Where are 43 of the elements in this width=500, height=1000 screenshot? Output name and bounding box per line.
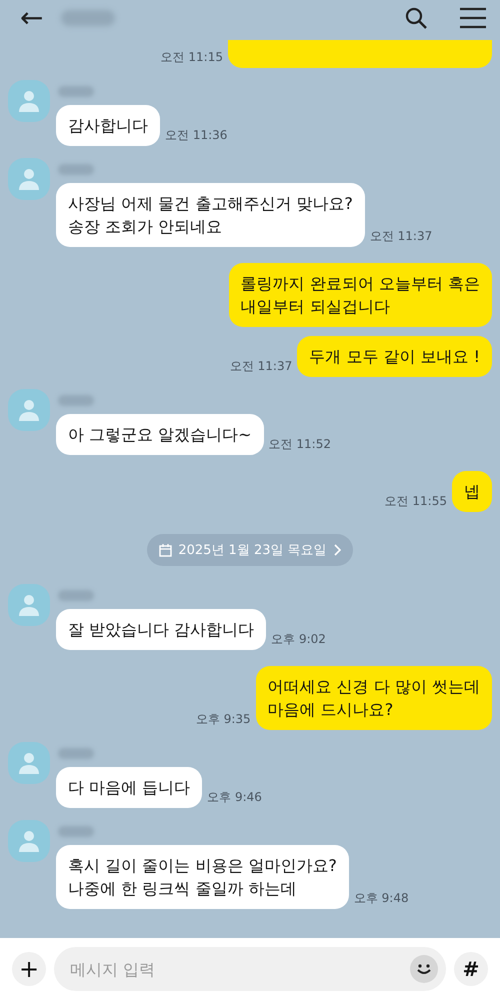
message-bubble: 어떠세요 신경 다 많이 썻는데 마음에 드시나요? xyxy=(256,666,492,730)
date-text: 2025년 1월 23일 목요일 xyxy=(178,542,327,559)
message-input-field[interactable]: 메시지 입력 xyxy=(54,947,446,991)
blurred-sender-name xyxy=(58,826,94,837)
avatar-icon[interactable] xyxy=(8,584,50,626)
blurred-sender-name xyxy=(58,164,94,175)
message-bubble: 넵 xyxy=(452,471,492,512)
message-time: 오후 9:35 xyxy=(196,711,251,728)
message-bubble: 아 그렇군요 알겠습니다~ xyxy=(56,414,264,455)
avatar-icon[interactable] xyxy=(8,80,50,122)
message-time: 오후 9:02 xyxy=(271,631,326,648)
message-bubble: 사장님 어제 물건 출고해주신거 맞나요? 송장 조회가 안되네요 xyxy=(56,183,365,247)
message-time: 오전 11:15 xyxy=(160,49,223,66)
hashtag-button[interactable]: # xyxy=(454,952,488,986)
chevron-right-icon xyxy=(332,544,341,556)
blurred-sender-name xyxy=(58,86,94,97)
avatar-icon[interactable] xyxy=(8,742,50,784)
message-bubble: 잘 받았습니다 감사합니다 xyxy=(56,609,266,650)
message-bubble: 다 마음에 듭니다 xyxy=(56,767,202,808)
avatar-icon[interactable] xyxy=(8,820,50,862)
message-time: 오전 11:55 xyxy=(384,493,447,510)
message-bubble: 혹시 길이 줄이는 비용은 얼마인가요? 나중에 한 링크씩 줄일까 하는데 xyxy=(56,845,349,909)
message-time: 오후 9:48 xyxy=(354,890,409,907)
message-time: 오후 9:46 xyxy=(207,789,262,806)
blurred-sender-name xyxy=(58,395,94,406)
message-bubble: 감사합니다 xyxy=(56,105,160,146)
message-time: 오전 11:37 xyxy=(230,358,292,375)
menu-icon[interactable] xyxy=(460,7,486,29)
message-time: 오전 11:37 xyxy=(370,228,432,245)
avatar-icon[interactable] xyxy=(8,158,50,200)
message-time: 오전 11:36 xyxy=(165,127,228,144)
avatar-icon[interactable] xyxy=(8,389,50,431)
search-icon[interactable] xyxy=(404,6,428,30)
message-time: 오전 11:52 xyxy=(268,436,331,453)
back-button[interactable]: ← xyxy=(20,4,44,32)
blurred-sender-name xyxy=(58,748,94,759)
message-bubble: 두개 모두 같이 보내요 ! xyxy=(297,336,492,377)
blurred-title xyxy=(61,10,116,26)
calendar-icon xyxy=(159,544,172,556)
message-bubble: 롤링까지 완료되어 오늘부터 혹은 내일부터 되실겁니다 xyxy=(228,263,492,327)
emoji-icon[interactable] xyxy=(410,955,438,983)
add-button[interactable]: + xyxy=(12,952,46,986)
blurred-sender-name xyxy=(58,590,94,601)
